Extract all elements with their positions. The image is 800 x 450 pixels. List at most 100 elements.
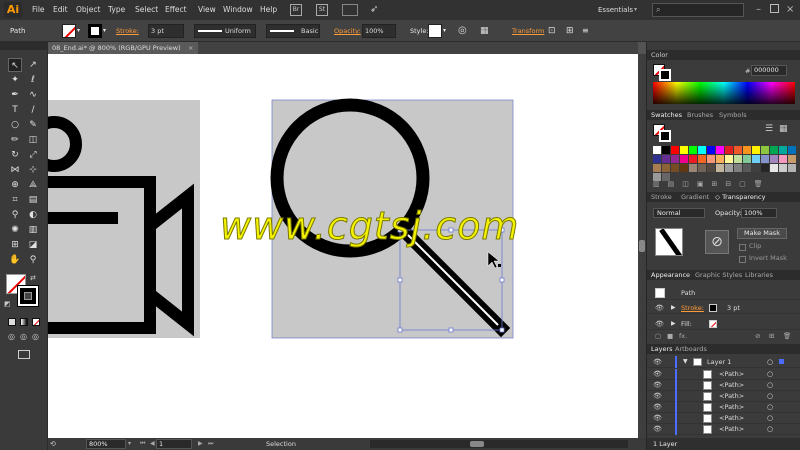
color-swatch[interactable] — [680, 155, 688, 163]
rotate-tool-icon[interactable]: ↻ — [8, 148, 22, 162]
color-swatch[interactable] — [653, 155, 661, 163]
scale-tool-icon[interactable]: ⤢ — [26, 148, 40, 162]
sublayer-name[interactable]: <Path> — [719, 391, 744, 402]
add-fill-icon[interactable]: ■ — [667, 332, 673, 340]
color-swatch[interactable] — [788, 155, 796, 163]
tab-appearance[interactable]: Appearance — [651, 270, 690, 280]
canvas[interactable]: www.cgtsj.com — [48, 54, 638, 438]
chevron-down-icon[interactable]: ▾ — [103, 24, 106, 38]
color-swatch[interactable] — [716, 164, 724, 172]
invert-mask-checkbox[interactable] — [739, 256, 746, 263]
close-icon[interactable]: × — [786, 3, 794, 17]
eye-icon[interactable]: 👁 — [653, 402, 662, 413]
graphic-style-swatch[interactable] — [428, 24, 442, 38]
appearance-stroke-label[interactable]: Stroke: — [681, 302, 704, 314]
layer-sublayer-row[interactable]: 👁 <Path> ○ — [647, 424, 800, 435]
layer-sublayer-row[interactable]: 👁 <Path> ○ — [647, 413, 800, 424]
prev-artboard-icon[interactable]: ◀ — [150, 438, 155, 450]
stroke-indicator[interactable] — [18, 286, 38, 306]
color-swatch[interactable] — [761, 146, 769, 154]
delete-item-icon[interactable]: 🗑 — [783, 332, 791, 340]
color-swatch[interactable] — [698, 164, 706, 172]
color-swatch[interactable] — [671, 164, 679, 172]
opacity-field[interactable]: 100% — [362, 24, 396, 38]
appearance-stroke-value[interactable]: 3 pt — [727, 302, 740, 314]
color-swatch[interactable] — [716, 146, 724, 154]
sublayer-name[interactable]: <Path> — [719, 413, 744, 424]
color-swatch[interactable] — [734, 146, 742, 154]
curvature-tool-icon[interactable]: ∿ — [26, 88, 40, 102]
color-swatch[interactable] — [698, 146, 706, 154]
color-swatch[interactable] — [707, 164, 715, 172]
color-swatch[interactable] — [689, 155, 697, 163]
color-swatch[interactable] — [788, 164, 796, 172]
color-swatch[interactable] — [752, 164, 760, 172]
color-swatch[interactable] — [770, 146, 778, 154]
blend-mode-select[interactable]: Normal — [653, 208, 705, 218]
grid-view-icon[interactable]: ▦ — [779, 124, 788, 134]
eyedropper-tool-icon[interactable]: ⚲ — [8, 208, 22, 222]
tab-swatches[interactable]: Swatches — [651, 110, 682, 120]
swatches-stroke-swatch[interactable] — [659, 130, 671, 142]
menu-type[interactable]: Type — [108, 0, 125, 20]
stroke-label[interactable]: Stroke: — [116, 20, 139, 42]
fill-swatch[interactable] — [62, 24, 76, 38]
color-stroke-swatch[interactable] — [659, 69, 671, 81]
clip-checkbox[interactable] — [739, 244, 746, 251]
eye-icon[interactable]: 👁 — [653, 356, 662, 368]
list-view-icon[interactable]: ☰ — [765, 124, 773, 134]
first-artboard-icon[interactable]: ⏮ — [140, 438, 145, 450]
minimize-icon[interactable]: – — [756, 3, 761, 17]
tab-stroke[interactable]: Stroke — [651, 192, 672, 202]
menu-help[interactable]: Help — [260, 0, 277, 20]
color-swatch[interactable] — [752, 155, 760, 163]
color-swatch[interactable] — [689, 146, 697, 154]
vertical-scrollbar[interactable] — [638, 54, 646, 438]
zoom-field[interactable]: 800% — [86, 439, 126, 449]
appearance-object-row[interactable]: Path — [647, 286, 800, 300]
color-swatch[interactable] — [743, 164, 751, 172]
select-similar-icon[interactable]: ⊞ — [566, 24, 574, 38]
rotate-view-icon[interactable]: ⟲ — [50, 438, 56, 450]
default-colors-icon[interactable]: ◩ — [4, 300, 11, 308]
color-swatch[interactable] — [779, 164, 787, 172]
disclosure-icon[interactable]: ▶ — [671, 302, 676, 314]
layer-sublayer-row[interactable]: 👁 <Path> ○ — [647, 369, 800, 380]
variable-width-profile[interactable]: Uniform — [194, 24, 256, 38]
menu-view[interactable]: View — [198, 0, 216, 20]
color-swatch[interactable] — [698, 155, 706, 163]
color-swatch[interactable] — [716, 155, 724, 163]
brush-definition[interactable]: Basic — [266, 24, 320, 38]
recolor-artwork-icon[interactable]: ◎ — [458, 24, 467, 38]
blend-tool-icon[interactable]: ◐ — [26, 208, 40, 222]
search-input[interactable]: ⌕ — [652, 3, 744, 17]
color-swatch[interactable] — [779, 146, 787, 154]
color-swatch[interactable] — [743, 146, 751, 154]
ellipse-tool-icon[interactable]: ○ — [8, 118, 22, 132]
scrollbar-thumb[interactable] — [470, 441, 484, 447]
color-swatch[interactable] — [689, 164, 697, 172]
appearance-fill-row[interactable]: 👁 ▶ Fill: — [647, 318, 800, 330]
stroke-weight-field[interactable]: 3 pt — [148, 24, 184, 38]
gradient-mode-icon[interactable] — [20, 318, 28, 326]
menu-object[interactable]: Object — [76, 0, 100, 20]
object-thumbnail[interactable] — [655, 228, 683, 256]
color-swatch[interactable] — [671, 146, 679, 154]
swatch-footer-icons[interactable]: ▥▤◫▣⊞⊟▢🗑 — [653, 180, 795, 189]
layer-sublayer-row[interactable]: 👁 <Path> ○ — [647, 380, 800, 391]
color-mode-icon[interactable] — [8, 318, 16, 326]
tab-graphic-styles[interactable]: Graphic Styles — [695, 270, 742, 280]
type-tool-icon[interactable]: T — [8, 103, 22, 117]
clear-appearance-icon[interactable]: ⊘ — [755, 332, 760, 340]
tab-symbols[interactable]: Symbols — [719, 110, 747, 120]
target-icon[interactable]: ○ — [767, 369, 773, 380]
make-mask-button[interactable]: Make Mask — [737, 228, 787, 239]
disclosure-icon[interactable]: ▼ — [683, 356, 688, 368]
zoom-tool-icon[interactable]: ⚲ — [26, 253, 40, 267]
symbol-sprayer-tool-icon[interactable]: ✺ — [8, 223, 22, 237]
mask-thumbnail[interactable]: ⊘ — [705, 230, 729, 254]
eye-icon[interactable]: 👁 — [653, 413, 662, 424]
sublayer-name[interactable]: <Path> — [719, 369, 744, 380]
layer-name[interactable]: Layer 1 — [707, 356, 731, 368]
target-icon[interactable]: ○ — [767, 391, 773, 402]
